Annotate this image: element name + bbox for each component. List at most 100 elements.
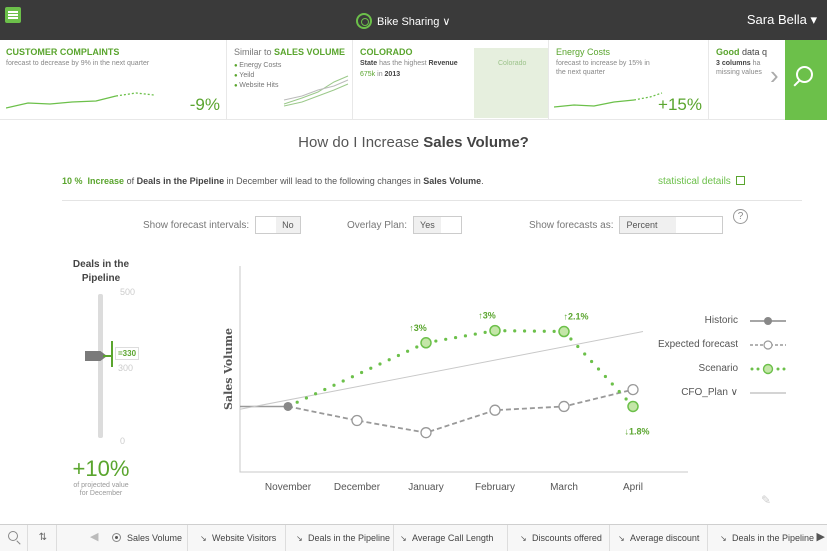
metric-tab-2[interactable]: ↘ Deals in the Pipeline	[286, 525, 394, 551]
chart-legend: Historic Expected forecast Scenario CFO_…	[630, 314, 790, 410]
scenario-dot	[617, 389, 621, 394]
trend-icon: ↘	[400, 534, 407, 543]
slider-tick: 300	[118, 363, 134, 373]
x-tick-label: January	[408, 482, 444, 493]
top-bar: Bike Sharing ∨ Sara Bella ▾	[0, 0, 827, 40]
expected-forecast-line	[287, 388, 634, 434]
card-customer-complaints[interactable]: CUSTOMER COMPLAINTS forecast to decrease…	[0, 40, 227, 120]
help-icon[interactable]: ?	[733, 209, 748, 224]
scenario-dot	[415, 345, 419, 349]
scenario-dot	[513, 329, 517, 333]
scenario-pct[interactable]: 10 %	[62, 176, 83, 186]
metric-tab-3[interactable]: ↘ Average Call Length	[394, 525, 508, 551]
x-tick-label: February	[475, 482, 515, 493]
legend-plan[interactable]: CFO_Plan ∨	[630, 386, 790, 410]
card-title: Similar to SALES VOLUME	[234, 47, 352, 57]
scenario-point	[489, 324, 501, 337]
option-label: Show forecasts as:	[529, 219, 614, 231]
app-selector[interactable]: Bike Sharing ∨	[356, 13, 450, 29]
plan-line	[239, 331, 644, 410]
card-value: +15%	[658, 95, 702, 114]
radio-selected-icon	[112, 533, 121, 542]
mini-lines	[283, 75, 349, 107]
scenario-dot	[434, 339, 438, 343]
statistical-details-link[interactable]: statistical details	[658, 176, 745, 187]
bottom-search-button[interactable]	[0, 525, 28, 551]
metric-tab-4[interactable]: ↘ Discounts offered	[508, 525, 610, 551]
scenario-dot	[522, 329, 527, 333]
y-axis-label: Sales Volume	[222, 328, 235, 410]
forecast-intervals-toggle[interactable]: No	[255, 216, 301, 234]
metric-tab-5[interactable]: ↘ Average discount	[610, 525, 708, 551]
forecast-format-toggle[interactable]: Percent	[619, 216, 724, 234]
card-similar[interactable]: Similar to SALES VOLUME Energy Costs Yei…	[228, 40, 353, 120]
scenario-dot	[552, 329, 556, 334]
x-tick-label: April	[623, 482, 643, 493]
scroll-right-icon[interactable]: ▶	[817, 530, 825, 543]
legend-scenario[interactable]: Scenario	[630, 362, 790, 386]
legend-expected-swatch	[750, 340, 786, 350]
overlay-plan-toggle[interactable]: Yes	[413, 216, 462, 234]
scenario-label: ↑3%	[478, 311, 496, 321]
card-title: Good data q	[716, 47, 768, 57]
card-colorado[interactable]: Colorado COLORADO State has the highest …	[354, 40, 549, 120]
scenario-direction[interactable]: Increase	[88, 176, 125, 186]
metric-tab-1[interactable]: ↘ Website Visitors	[188, 525, 286, 551]
legend-historic[interactable]: Historic	[630, 314, 790, 338]
scenario-dot	[590, 359, 594, 364]
chart-axis	[239, 266, 688, 473]
scenario-dot	[463, 334, 468, 338]
scenario-dot	[332, 383, 336, 387]
card-subtitle: forecast to decrease by 9% in the next q…	[6, 60, 150, 67]
insight-cards: CUSTOMER COMPLAINTS forecast to decrease…	[0, 40, 827, 120]
chevron-right-icon[interactable]: ›	[770, 62, 779, 88]
option-label: Overlay Plan:	[347, 219, 408, 231]
card-energy-costs[interactable]: Energy Costs forecast to increase by 15%…	[550, 40, 709, 120]
card-subtitle: State has the highest Revenue	[360, 60, 458, 67]
card-subtitle-2: 675k in 2013	[360, 71, 401, 78]
expected-forecast-point	[558, 400, 570, 413]
card-subtitle-2: the next quarter	[556, 69, 606, 76]
scenario-label: ↓1.8%	[624, 426, 649, 436]
scenario-dot	[473, 332, 477, 336]
user-menu[interactable]: Sara Bella ▾	[747, 12, 817, 28]
bottom-metric-bar: ⇅ ◀ Sales Volume ↘ Website Visitors ↘ Deal…	[0, 524, 827, 551]
slider-tick: 500	[120, 287, 136, 297]
metric-tab-0[interactable]: Sales Volume	[100, 525, 188, 551]
scenario-dot	[576, 344, 580, 349]
card-title-plain: Similar to	[234, 47, 275, 57]
scroll-left-icon[interactable]: ◀	[90, 530, 98, 543]
sparkline	[554, 92, 663, 108]
search-button[interactable]	[785, 40, 827, 120]
option-label: Show forecast intervals:	[143, 219, 250, 231]
sparkline	[6, 92, 155, 109]
pin-icon[interactable]: ✎	[761, 493, 773, 507]
overlay-plan-option: Overlay Plan: Yes	[347, 216, 462, 234]
scenario-dot	[323, 387, 327, 392]
legend-expected[interactable]: Expected forecast	[630, 338, 790, 362]
legend-plan-swatch	[750, 392, 786, 394]
scenario-dot	[314, 392, 318, 396]
slider-title: Deals in the Pipeline	[72, 259, 130, 284]
scenario-dot	[569, 337, 573, 341]
card-subtitle: forecast to increase by 15% in	[556, 60, 650, 67]
slider-caption: of projected value for December	[73, 482, 129, 497]
sales-volume-chart: Sales Volume November December January Febru…	[222, 266, 688, 493]
bottom-sort-button[interactable]: ⇅	[29, 525, 57, 551]
scenario-sentence: 10 % Increase of Deals in the Pipeline i…	[62, 176, 484, 186]
scenario-label: ↑3%	[409, 323, 427, 333]
slider-track[interactable]	[98, 294, 103, 438]
forecast-intervals-option: Show forecast intervals: No	[143, 216, 301, 234]
slider-tick: 0	[120, 436, 126, 446]
card-title: Energy Costs	[556, 47, 611, 57]
scenario-dot	[369, 366, 373, 370]
metric-tab-6[interactable]: ↘ Deals in the Pipeline	[708, 525, 818, 551]
hamburger-menu-icon[interactable]	[5, 7, 21, 23]
scenario-dot	[406, 349, 410, 353]
scenario-dot	[542, 329, 546, 333]
x-tick-label: November	[265, 482, 312, 493]
trend-icon: ↘	[200, 534, 207, 543]
card-value: -9%	[189, 95, 220, 114]
scenario-dot	[304, 396, 308, 400]
scenario-dot	[503, 329, 507, 333]
